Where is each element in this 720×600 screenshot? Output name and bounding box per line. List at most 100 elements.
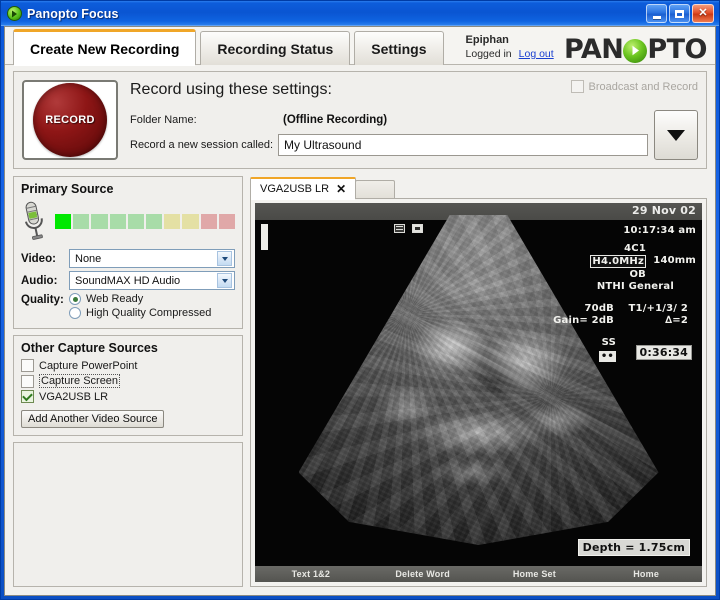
source-label: Capture PowerPoint [39, 360, 137, 372]
maximize-button[interactable] [669, 4, 690, 23]
preview-tab-vga2usb-lr[interactable]: VGA2USB LR ✕ [250, 177, 356, 199]
preview-body: 29 Nov 02 10:17:34 am 4C1 H4.0MHz 140mm … [250, 199, 707, 587]
tab-label: Create New Recording [30, 41, 179, 57]
account-info: Epiphan Logged in Log out [466, 34, 554, 61]
source-vga2usb-lr[interactable]: VGA2USB LR [21, 390, 235, 403]
preview-tab-label: VGA2USB LR [260, 183, 329, 195]
quality-options: Quality: Web Ready High Quality Compress… [21, 293, 235, 321]
main-tab-bar: Create New Recording Recording Status Se… [5, 27, 715, 65]
close-icon[interactable]: ✕ [336, 183, 346, 195]
page-body: RECORD Record using these settings: Broa… [5, 65, 715, 595]
add-source-label: Add Another Video Source [28, 413, 157, 425]
video-preview[interactable]: 29 Nov 02 10:17:34 am 4C1 H4.0MHz 140mm … [255, 203, 702, 582]
audio-source-select[interactable]: SoundMAX HD Audio [69, 271, 235, 290]
broadcast-and-record-option[interactable]: Broadcast and Record [571, 80, 698, 93]
ultrasound-frequency: H4.0MHz [590, 255, 646, 268]
left-empty-panel [13, 442, 243, 587]
tab-create-new-recording[interactable]: Create New Recording [13, 29, 196, 65]
meter-segment [146, 214, 162, 229]
ultrasound-date: 29 Nov 02 [632, 204, 696, 217]
source-label: VGA2USB LR [39, 391, 108, 403]
meter-segment [55, 214, 71, 229]
video-source-value: None [75, 253, 217, 265]
primary-source-panel: Primary Source [13, 176, 243, 329]
checkbox[interactable] [21, 375, 34, 388]
broadcast-checkbox[interactable] [571, 80, 584, 93]
audio-source-row: Audio: SoundMAX HD Audio [21, 271, 235, 290]
ultrasound-softkey-text: Text 1&2 [255, 569, 367, 579]
app-window: Panopto Focus ✕ Create New Recording Rec… [0, 0, 720, 600]
microphone-icon [21, 200, 47, 242]
add-another-video-source-button[interactable]: Add Another Video Source [21, 410, 164, 428]
quality-option-label: Web Ready [86, 293, 143, 305]
chevron-down-icon [667, 130, 685, 141]
ultrasound-time: 10:17:34 am [623, 225, 696, 236]
record-button[interactable]: RECORD [33, 83, 107, 157]
meter-segment [201, 214, 217, 229]
play-circle-icon [7, 6, 22, 21]
source-capture-powerpoint[interactable]: Capture PowerPoint [21, 359, 235, 372]
ultrasound-softkey-home: Home [590, 569, 702, 579]
ultrasound-softkey-home-set: Home Set [479, 569, 591, 579]
left-column: Primary Source [13, 176, 243, 587]
folder-name-row: Folder Name: (Offline Recording) [130, 110, 648, 130]
checkbox[interactable] [21, 390, 34, 403]
tab-label: Recording Status [217, 41, 333, 57]
record-settings-panel: RECORD Record using these settings: Broa… [13, 71, 707, 169]
meter-segment [110, 214, 126, 229]
ultrasound-depth-mm: 140mm [653, 255, 696, 266]
session-name-input[interactable]: My Ultrasound [278, 134, 648, 156]
tab-recording-status[interactable]: Recording Status [200, 31, 350, 65]
audio-level-meter [55, 214, 235, 229]
window-controls: ✕ [646, 4, 716, 23]
checkbox[interactable] [21, 359, 34, 372]
ultrasound-tis: T1/+1/3/ 2 [629, 303, 688, 314]
title-bar: Panopto Focus ✕ [1, 1, 719, 26]
ultrasound-ss-label: SS [602, 337, 616, 348]
other-capture-sources-panel: Other Capture Sources Capture PowerPoint… [13, 335, 243, 436]
radio-button[interactable] [69, 293, 81, 305]
preview-tab-filler [355, 180, 395, 199]
meter-segment [73, 214, 89, 229]
record-heading: Record using these settings: [130, 81, 332, 99]
session-name-row: Record a new session called: My Ultrasou… [130, 134, 648, 156]
window-title: Panopto Focus [27, 7, 119, 21]
logout-link[interactable]: Log out [519, 48, 554, 61]
account-user: Epiphan [466, 34, 554, 48]
folder-dropdown-button[interactable] [654, 110, 698, 160]
tab-label: Settings [371, 41, 426, 57]
ultrasound-exam-type: OB [629, 269, 646, 280]
ultrasound-gray-scale-bar [261, 224, 268, 250]
record-settings-fields: Record using these settings: Broadcast a… [130, 80, 698, 160]
audio-source-value: SoundMAX HD Audio [75, 275, 217, 287]
account-status: Logged in [466, 48, 512, 61]
quality-option-high-quality[interactable]: High Quality Compressed [69, 307, 211, 319]
quality-label: Quality: [21, 293, 69, 321]
audio-source-label: Audio: [21, 275, 69, 287]
ultrasound-gain: Gain= 2dB [553, 315, 614, 326]
chevron-down-icon [217, 251, 232, 266]
video-source-select[interactable]: None [69, 249, 235, 268]
minimize-button[interactable] [646, 4, 667, 23]
client-area: Create New Recording Recording Status Se… [4, 26, 716, 596]
fields-column: Folder Name: (Offline Recording) Record … [130, 110, 648, 160]
ultrasound-softkey-delete-word: Delete Word [367, 569, 479, 579]
logo-play-icon [623, 39, 647, 63]
folder-name-value: (Offline Recording) [278, 110, 648, 130]
source-capture-screen[interactable]: Capture Screen [21, 374, 235, 388]
radio-button[interactable] [69, 307, 81, 319]
meter-segment [164, 214, 180, 229]
ultrasound-preset: NTHI General [597, 281, 674, 292]
session-name-label: Record a new session called: [130, 139, 278, 151]
folder-name-label: Folder Name: [130, 114, 278, 126]
logo-text-right: PTO [647, 36, 707, 63]
quality-option-label: High Quality Compressed [86, 307, 211, 319]
logo-text-left: PAN [564, 36, 623, 63]
quality-option-web-ready[interactable]: Web Ready [69, 293, 211, 305]
tab-settings[interactable]: Settings [354, 31, 443, 65]
preview-column: VGA2USB LR ✕ [250, 176, 707, 587]
source-label: Capture Screen [39, 374, 120, 388]
ultrasound-bottom-bar: Text 1&2 Delete Word Home Set Home [255, 566, 702, 582]
chevron-down-icon [217, 273, 232, 288]
close-button[interactable]: ✕ [692, 4, 714, 23]
